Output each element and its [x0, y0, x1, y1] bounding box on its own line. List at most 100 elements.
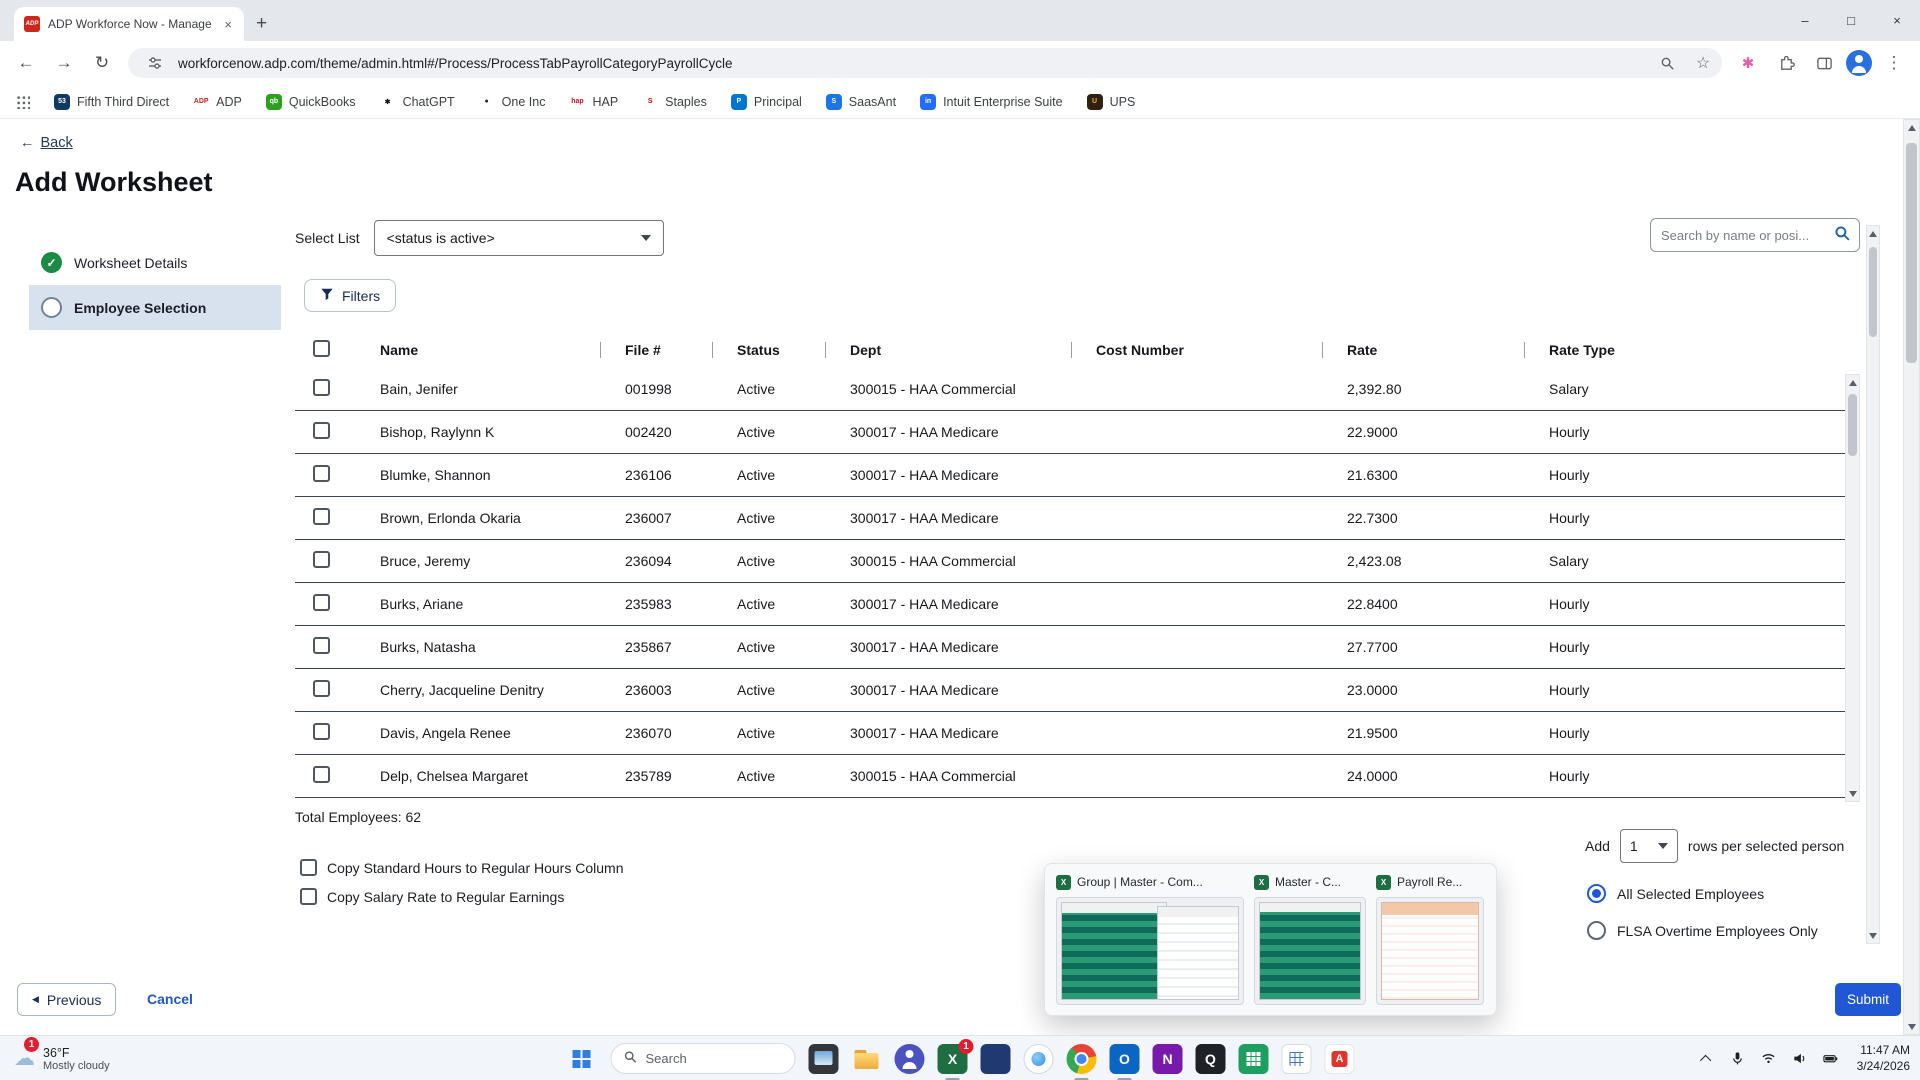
column-header-name[interactable]: Name: [355, 342, 600, 358]
sheets-icon[interactable]: [1239, 1044, 1269, 1074]
back-link[interactable]: ← Back: [20, 135, 73, 151]
row-checkbox[interactable]: [313, 680, 330, 697]
window-thumbnail[interactable]: [1376, 897, 1484, 1005]
select-list-dropdown[interactable]: <status is active>: [374, 220, 664, 256]
scrollbar-track[interactable]: [1846, 390, 1859, 786]
microphone-icon[interactable]: [1729, 1050, 1747, 1068]
task-view-icon[interactable]: [809, 1044, 839, 1074]
scrollbar-thumb[interactable]: [1848, 394, 1857, 456]
browser-menu-icon[interactable]: ⋮: [1878, 47, 1910, 79]
acrobat-icon[interactable]: A: [1325, 1044, 1355, 1074]
bookmark-staples[interactable]: S Staples: [642, 94, 707, 110]
back-nav-icon[interactable]: ←: [10, 47, 42, 79]
row-checkbox[interactable]: [313, 766, 330, 783]
taskbar-search[interactable]: Search: [611, 1043, 796, 1074]
previous-button[interactable]: ◀ Previous: [17, 983, 116, 1016]
scrollbar-track[interactable]: [1904, 135, 1919, 1019]
option-checkbox[interactable]: [300, 859, 317, 876]
rows-count-dropdown[interactable]: 1: [1620, 829, 1678, 863]
bookmark-ups[interactable]: U UPS: [1087, 94, 1136, 110]
option-checkbox[interactable]: [300, 888, 317, 905]
scroll-up-button[interactable]: [1904, 120, 1919, 135]
close-button[interactable]: ×: [1874, 0, 1920, 41]
tab-close-icon[interactable]: ×: [222, 17, 234, 32]
bookmark-fifth-third-direct[interactable]: 53 Fifth Third Direct: [54, 94, 169, 110]
teams-icon[interactable]: [895, 1044, 925, 1074]
chrome-icon[interactable]: [1067, 1044, 1097, 1074]
search-input[interactable]: [1661, 228, 1828, 243]
table-row[interactable]: Bruce, Jeremy 236094 Active 300015 - HAA…: [295, 540, 1845, 583]
outlook-icon[interactable]: O: [1110, 1044, 1140, 1074]
bookmark-one-inc[interactable]: ● One Inc: [479, 94, 546, 110]
side-panel-icon[interactable]: [1808, 47, 1840, 79]
submit-button[interactable]: Submit: [1835, 983, 1901, 1016]
row-checkbox[interactable]: [313, 637, 330, 654]
volume-icon[interactable]: [1791, 1050, 1809, 1068]
checkbox-copy-salary-rate[interactable]: Copy Salary Rate to Regular Earnings: [300, 888, 623, 905]
scroll-down-button[interactable]: [1846, 786, 1859, 801]
checkbox-copy-standard-hours[interactable]: Copy Standard Hours to Regular Hours Col…: [300, 859, 623, 876]
copilot-icon[interactable]: [1024, 1044, 1054, 1074]
row-checkbox[interactable]: [313, 723, 330, 740]
extensions-puzzle-icon[interactable]: [1770, 47, 1802, 79]
row-checkbox[interactable]: [313, 422, 330, 439]
table-row[interactable]: Burks, Ariane 235983 Active 300017 - HAA…: [295, 583, 1845, 626]
radio-icon[interactable]: [1587, 921, 1606, 940]
scroll-down-button[interactable]: [1904, 1019, 1919, 1034]
column-header-dept[interactable]: Dept: [825, 342, 1071, 358]
column-header-cost-number[interactable]: Cost Number: [1071, 342, 1322, 358]
row-checkbox[interactable]: [313, 465, 330, 482]
preview-master-workbook[interactable]: X Master - C...: [1254, 873, 1366, 1006]
address-bar[interactable]: workforcenow.adp.com/theme/admin.html#/P…: [128, 48, 1722, 78]
weather-widget[interactable]: 1 ☁ 36°F Mostly cloudy: [10, 1036, 110, 1080]
window-thumbnail[interactable]: [1056, 897, 1244, 1005]
preview-payroll-report[interactable]: X Payroll Re...: [1376, 873, 1484, 1006]
step-worksheet-details[interactable]: ✓ Worksheet Details: [29, 240, 281, 285]
profile-avatar[interactable]: [1846, 50, 1872, 76]
row-checkbox[interactable]: [313, 594, 330, 611]
select-all-checkbox[interactable]: [313, 340, 330, 357]
minimize-button[interactable]: –: [1782, 0, 1828, 41]
table-row[interactable]: Brown, Erlonda Okaria 236007 Active 3000…: [295, 497, 1845, 540]
row-checkbox[interactable]: [313, 551, 330, 568]
row-checkbox[interactable]: [313, 508, 330, 525]
column-header-file[interactable]: File #: [600, 342, 712, 358]
scroll-up-button[interactable]: [1846, 375, 1859, 390]
table-row[interactable]: Burks, Natasha 235867 Active 300017 - HA…: [295, 626, 1845, 669]
row-checkbox[interactable]: [313, 379, 330, 396]
radio-icon[interactable]: [1587, 884, 1606, 903]
start-button[interactable]: [566, 1043, 598, 1075]
scroll-down-button[interactable]: [1867, 928, 1879, 943]
bookmark-intuit-enterprise-suite[interactable]: in Intuit Enterprise Suite: [920, 94, 1063, 110]
radio-all-selected-employees[interactable]: All Selected Employees: [1587, 884, 1818, 903]
preview-group-master-workbook[interactable]: X Group | Master - Com...: [1056, 873, 1244, 1006]
reload-icon[interactable]: ↻: [86, 47, 118, 79]
apps-grid-icon[interactable]: [16, 95, 30, 109]
browser-tab[interactable]: ADP ADP Workforce Now - Manage ×: [14, 7, 244, 41]
radio-flsa-overtime-employees-only[interactable]: FLSA Overtime Employees Only: [1587, 921, 1818, 940]
table-row[interactable]: Delp, Chelsea Margaret 235789 Active 300…: [295, 755, 1845, 798]
window-thumbnail[interactable]: [1254, 897, 1366, 1005]
scrollbar-thumb[interactable]: [1906, 143, 1917, 363]
step-employee-selection[interactable]: Employee Selection: [29, 285, 281, 330]
table-row[interactable]: Davis, Angela Renee 236070 Active 300017…: [295, 712, 1845, 755]
bookmark-saasant[interactable]: S SaasAnt: [826, 94, 896, 110]
bookmark-chatgpt[interactable]: ✱ ChatGPT: [380, 94, 455, 110]
scrollbar-thumb[interactable]: [1869, 247, 1877, 337]
column-header-rate[interactable]: Rate: [1322, 342, 1524, 358]
onenote-icon[interactable]: N: [1153, 1044, 1183, 1074]
cancel-link[interactable]: Cancel: [147, 991, 193, 1007]
navy-app-icon[interactable]: [981, 1044, 1011, 1074]
maximize-button[interactable]: □: [1828, 0, 1874, 41]
forward-nav-icon[interactable]: →: [48, 47, 80, 79]
chevron-up-icon[interactable]: [1698, 1050, 1716, 1068]
calculator-icon[interactable]: [1282, 1044, 1312, 1074]
quickbooks-desktop-icon[interactable]: Q: [1196, 1044, 1226, 1074]
taskbar-clock[interactable]: 11:47 AM 3/24/2026: [1857, 1043, 1910, 1074]
search-icon[interactable]: [1834, 225, 1851, 245]
file-explorer-icon[interactable]: [852, 1044, 882, 1074]
scroll-up-button[interactable]: [1867, 226, 1879, 241]
bookmark-principal[interactable]: P Principal: [731, 94, 802, 110]
new-tab-button[interactable]: +: [256, 14, 267, 33]
column-header-rate-type[interactable]: Rate Type: [1524, 342, 1665, 358]
